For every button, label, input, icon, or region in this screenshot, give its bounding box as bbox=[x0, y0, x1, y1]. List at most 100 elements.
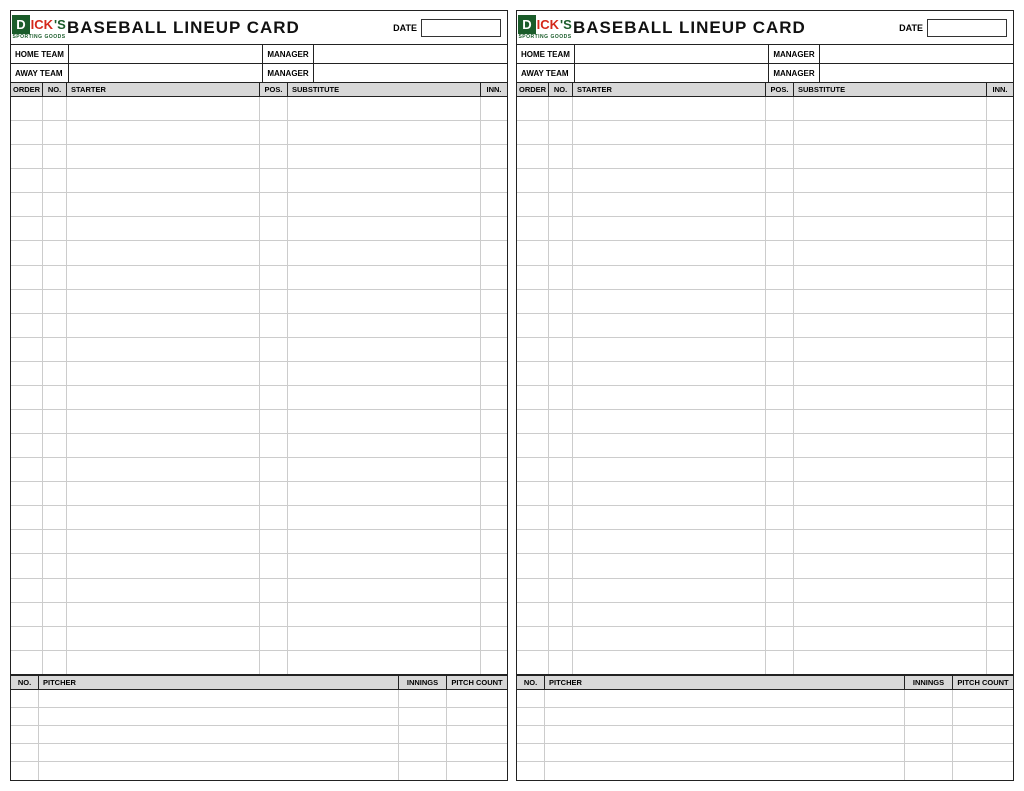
left-row-13-starter bbox=[67, 410, 260, 433]
right-row-22-starter bbox=[573, 627, 766, 650]
right-row-15-order bbox=[517, 458, 549, 481]
left-row-20-pos bbox=[260, 579, 288, 602]
right-row-22-no bbox=[549, 627, 573, 650]
right-pitcher-header: NO. PITCHER INNINGS PITCH COUNT bbox=[517, 676, 1013, 690]
left-row-10-sub bbox=[288, 338, 481, 361]
right-row-9-starter bbox=[573, 314, 766, 337]
left-row-1-sub bbox=[288, 121, 481, 144]
right-row-1-pos bbox=[766, 121, 794, 144]
logo-ick-right: ICK bbox=[537, 17, 559, 32]
left-row-19-sub bbox=[288, 554, 481, 577]
left-col-no: NO. bbox=[43, 83, 67, 96]
left-row-14-inn bbox=[481, 434, 507, 457]
table-row bbox=[517, 145, 1013, 169]
right-row-7-pos bbox=[766, 266, 794, 289]
right-row-5-starter bbox=[573, 217, 766, 240]
left-away-team-input[interactable] bbox=[69, 64, 263, 82]
right-manager-label-1: MANAGER bbox=[769, 45, 819, 63]
right-date-input[interactable] bbox=[927, 19, 1007, 37]
left-row-4-inn bbox=[481, 193, 507, 216]
right-row-14-sub bbox=[794, 434, 987, 457]
left-row-18-inn bbox=[481, 530, 507, 553]
left-row-8-sub bbox=[288, 290, 481, 313]
table-row bbox=[517, 314, 1013, 338]
left-team-rows: HOME TEAM MANAGER AWAY TEAM MANAGER bbox=[11, 45, 507, 83]
right-row-20-starter bbox=[573, 579, 766, 602]
left-row-8-inn bbox=[481, 290, 507, 313]
right-row-0-no bbox=[549, 97, 573, 120]
table-row bbox=[11, 482, 507, 506]
right-row-8-order bbox=[517, 290, 549, 313]
right-row-8-sub bbox=[794, 290, 987, 313]
left-pitcher-3-innings bbox=[399, 744, 447, 761]
right-row-4-sub bbox=[794, 193, 987, 216]
left-row-2-pos bbox=[260, 145, 288, 168]
right-row-1-sub bbox=[794, 121, 987, 144]
table-row bbox=[11, 554, 507, 578]
right-row-17-order bbox=[517, 506, 549, 529]
left-date-input[interactable] bbox=[421, 19, 501, 37]
table-row bbox=[517, 506, 1013, 530]
left-row-2-starter bbox=[67, 145, 260, 168]
right-row-16-sub bbox=[794, 482, 987, 505]
left-row-16-inn bbox=[481, 482, 507, 505]
left-row-21-order bbox=[11, 603, 43, 626]
left-row-3-order bbox=[11, 169, 43, 192]
right-row-9-pos bbox=[766, 314, 794, 337]
left-pitcher-2-name bbox=[39, 726, 399, 743]
left-row-16-order bbox=[11, 482, 43, 505]
table-row bbox=[517, 603, 1013, 627]
left-away-team-label: AWAY TEAM bbox=[11, 64, 69, 82]
right-manager-label-2: MANAGER bbox=[769, 64, 819, 82]
left-row-2-no bbox=[43, 145, 67, 168]
right-row-21-sub bbox=[794, 603, 987, 626]
right-row-14-pos bbox=[766, 434, 794, 457]
right-row-6-order bbox=[517, 241, 549, 264]
left-row-10-pos bbox=[260, 338, 288, 361]
right-row-9-no bbox=[549, 314, 573, 337]
left-row-15-inn bbox=[481, 458, 507, 481]
right-row-17-no bbox=[549, 506, 573, 529]
right-pitcher-4-no bbox=[517, 762, 545, 780]
left-manager-input-2[interactable] bbox=[314, 64, 507, 82]
left-row-9-starter bbox=[67, 314, 260, 337]
right-row-14-starter bbox=[573, 434, 766, 457]
right-row-14-order bbox=[517, 434, 549, 457]
left-row-19-starter bbox=[67, 554, 260, 577]
right-date-box: DATE bbox=[899, 19, 1007, 37]
right-row-10-sub bbox=[794, 338, 987, 361]
table-row bbox=[11, 530, 507, 554]
right-row-2-pos bbox=[766, 145, 794, 168]
table-row bbox=[11, 506, 507, 530]
right-row-9-order bbox=[517, 314, 549, 337]
right-row-19-order bbox=[517, 554, 549, 577]
right-row-20-sub bbox=[794, 579, 987, 602]
left-pitcher-3-name bbox=[39, 744, 399, 761]
right-row-23-order bbox=[517, 651, 549, 674]
right-row-5-no bbox=[549, 217, 573, 240]
left-home-team-input[interactable] bbox=[69, 45, 263, 63]
right-row-21-pos bbox=[766, 603, 794, 626]
right-row-2-no bbox=[549, 145, 573, 168]
right-manager-input-2[interactable] bbox=[820, 64, 1013, 82]
left-row-20-inn bbox=[481, 579, 507, 602]
right-manager-input-1[interactable] bbox=[820, 45, 1013, 63]
left-pitcher-0-name bbox=[39, 690, 399, 707]
right-pitcher-2-innings bbox=[905, 726, 953, 743]
right-col-pos: POS. bbox=[766, 83, 794, 96]
right-row-7-sub bbox=[794, 266, 987, 289]
table-row bbox=[11, 241, 507, 265]
right-away-team-input[interactable] bbox=[575, 64, 769, 82]
table-row bbox=[11, 217, 507, 241]
left-row-21-starter bbox=[67, 603, 260, 626]
left-row-12-pos bbox=[260, 386, 288, 409]
table-row bbox=[11, 169, 507, 193]
table-row bbox=[517, 266, 1013, 290]
left-manager-input-1[interactable] bbox=[314, 45, 507, 63]
right-home-team-input[interactable] bbox=[575, 45, 769, 63]
table-row bbox=[11, 338, 507, 362]
left-row-14-starter bbox=[67, 434, 260, 457]
left-row-8-order bbox=[11, 290, 43, 313]
right-row-23-no bbox=[549, 651, 573, 674]
right-pitcher-3-no bbox=[517, 744, 545, 761]
